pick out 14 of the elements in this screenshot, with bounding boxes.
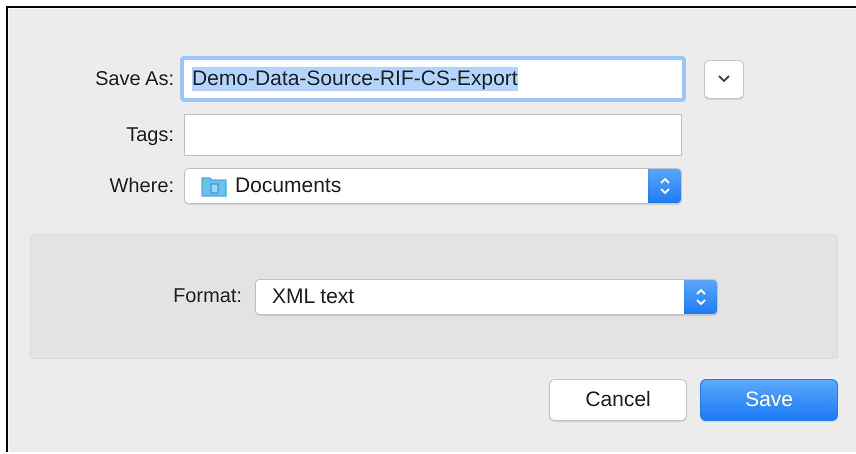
tags-label: Tags: <box>125 124 174 146</box>
stepper-icon <box>694 286 706 306</box>
chevron-down-icon <box>718 75 730 83</box>
file-name-field[interactable]: Demo-Data-Source-RIF-CS-Export <box>180 56 686 102</box>
expand-button[interactable] <box>704 60 744 98</box>
folder-icon <box>201 175 227 197</box>
format-label: Format: <box>172 285 242 308</box>
where-label: Where: <box>108 174 174 198</box>
location-popup[interactable]: Documents <box>184 168 682 204</box>
format-popup[interactable]: XML text <box>255 278 718 314</box>
cancel-button[interactable]: Cancel <box>549 379 687 421</box>
stepper-icon <box>658 176 670 196</box>
tags-field[interactable] <box>184 114 682 156</box>
save-as-label: Save As: <box>94 68 174 90</box>
